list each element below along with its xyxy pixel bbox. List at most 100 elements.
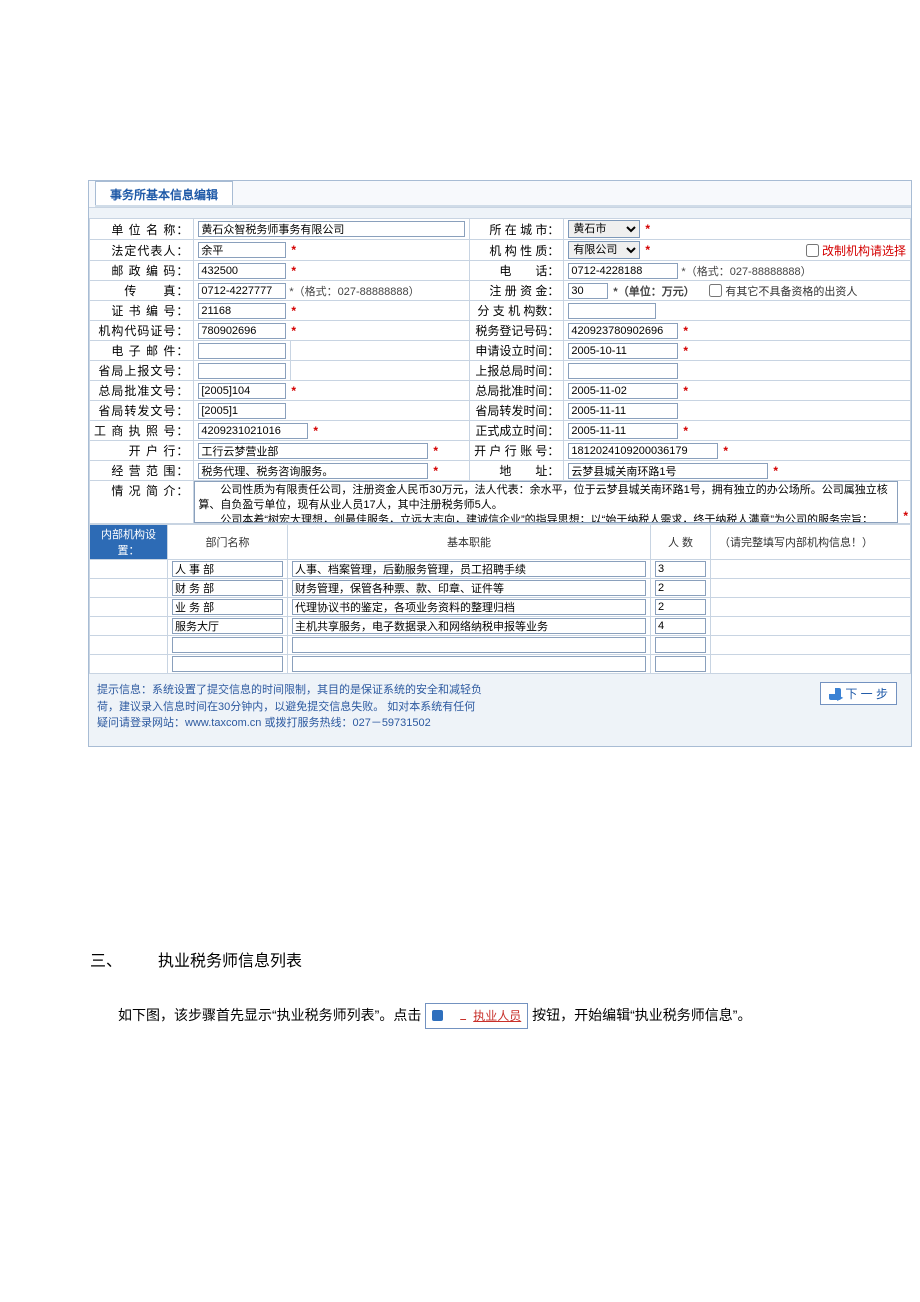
dept-name-input[interactable] [172, 637, 283, 653]
next-icon [829, 688, 841, 700]
dept-func-input[interactable] [292, 580, 646, 596]
change-org-link[interactable]: 改制机构请选择 [822, 242, 906, 259]
label-dept-setup: 内部机构设置： [90, 525, 168, 560]
phone-hint: *（格式：027-88888888） [681, 263, 811, 279]
label-email: 电 子 邮 件： [90, 341, 194, 361]
scope-input[interactable] [198, 463, 428, 479]
dept-name-input[interactable] [172, 580, 283, 596]
dept-count-input[interactable] [655, 656, 706, 672]
plus-icon: + [432, 1010, 443, 1021]
dept-name-input[interactable] [172, 656, 283, 672]
label-scope: 经 营 范 围： [90, 461, 194, 481]
org-code-input[interactable] [198, 323, 286, 339]
dept-func-input[interactable] [292, 618, 646, 634]
required-star: * [289, 264, 298, 278]
doc-heading-text: 执业税务师信息列表 [158, 953, 302, 970]
postal-input[interactable] [198, 263, 286, 279]
fax-input[interactable] [198, 283, 286, 299]
official-time-input[interactable] [568, 423, 678, 439]
dept-row [90, 598, 911, 617]
dept-func-input[interactable] [292, 599, 646, 615]
prov-report-input[interactable] [198, 363, 286, 379]
footer-notes: 提示信息：系统设置了提交信息的时间限制，其目的是保证系统的安全和减轻负 荷，建议… [97, 682, 482, 732]
unit-name-input[interactable] [198, 221, 465, 237]
biz-license-input[interactable] [198, 423, 308, 439]
required-star: * [289, 243, 298, 257]
label-apply-time: 申请设立时间： [470, 341, 564, 361]
reg-capital-input[interactable] [568, 283, 608, 299]
dept-name-input[interactable] [172, 618, 283, 634]
dept-count-input[interactable] [655, 580, 706, 596]
add-practitioner-button[interactable]: + 执业人员 [425, 1003, 528, 1029]
required-star: * [681, 424, 690, 438]
dept-func-input[interactable] [292, 637, 646, 653]
label-prov-forward-time: 省局转发时间： [470, 401, 564, 421]
dept-row [90, 579, 911, 598]
legal-rep-input[interactable] [198, 242, 286, 258]
bureau-doc-input[interactable] [198, 383, 286, 399]
change-org-checkbox[interactable] [806, 244, 819, 257]
dept-col-count: 人 数 [651, 525, 711, 560]
cert-no-input[interactable] [198, 303, 286, 319]
phone-input[interactable] [568, 263, 678, 279]
required-star: * [681, 384, 690, 398]
tax-reg-input[interactable] [568, 323, 678, 339]
dept-count-input[interactable] [655, 561, 706, 577]
report-time-input[interactable] [568, 363, 678, 379]
qualify-label: 有其它不具备资格的出资人 [725, 283, 857, 299]
footer-line: 荷，建议录入信息时间在30分钟内，以避免提交信息失败。 如对本系统有任何 [97, 699, 482, 716]
bureau-time-input[interactable] [568, 383, 678, 399]
label-bank: 开 户 行： [90, 441, 194, 461]
prov-forward-input[interactable] [198, 403, 286, 419]
address-input[interactable] [568, 463, 768, 479]
required-star: * [431, 444, 440, 458]
label-legal-rep: 法定代表人： [90, 240, 194, 261]
required-star: * [681, 324, 690, 338]
branch-cnt-input[interactable] [568, 303, 656, 319]
dept-row [90, 636, 911, 655]
dept-count-input[interactable] [655, 599, 706, 615]
org-nature-select[interactable]: 有限公司 [568, 241, 640, 259]
apply-time-input[interactable] [568, 343, 678, 359]
required-star: * [289, 384, 298, 398]
label-org-code: 机构代码证号： [90, 321, 194, 341]
footer: 提示信息：系统设置了提交信息的时间限制，其目的是保证系统的安全和减轻负 荷，建议… [89, 674, 911, 740]
cap-unit-hint: *（单位：万元） [611, 283, 696, 299]
city-select[interactable]: 黄石市 [568, 220, 640, 238]
dept-count-input[interactable] [655, 637, 706, 653]
label-postal: 邮 政 编 码： [90, 261, 194, 281]
label-org-nature: 机 构 性 质： [470, 240, 564, 261]
dept-row [90, 655, 911, 674]
label-bureau-time: 总局批准时间： [470, 381, 564, 401]
dept-func-input[interactable] [292, 656, 646, 672]
dept-count-input[interactable] [655, 618, 706, 634]
footer-line: 疑问请登录网站：www.taxcom.cn 或拨打服务热线：027－597315… [97, 715, 482, 732]
required-star: * [681, 344, 690, 358]
prov-forward-time-input[interactable] [568, 403, 678, 419]
qualify-checkbox[interactable] [709, 284, 722, 297]
next-step-button[interactable]: 下 一 步 [820, 682, 897, 705]
dept-func-input[interactable] [292, 561, 646, 577]
fax-hint: *（格式：027-88888888） [289, 283, 419, 299]
doc-heading-num: 三、 [90, 953, 122, 970]
bank-input[interactable] [198, 443, 428, 459]
label-fax: 传 真： [90, 281, 194, 301]
label-unit-name: 单 位 名 称： [90, 219, 194, 240]
intro-textarea[interactable]: 公司性质为有限责任公司，注册资金人民币30万元，法人代表：余水平，位于云梦县城关… [194, 481, 898, 523]
doc-heading: 三、 执业税务师信息列表 [90, 947, 860, 971]
panel-body: 单 位 名 称： 所 在 城 市： 黄石市 * 法定代表人： * 机 构 性 质… [89, 207, 911, 746]
dept-name-input[interactable] [172, 561, 283, 577]
tab-basic-info[interactable]: 事务所基本信息编辑 [95, 181, 233, 206]
label-bureau-doc: 总局批准文号： [90, 381, 194, 401]
dept-fill-hint: （请完整填写内部机构信息！） [711, 525, 911, 560]
doc-text-a: 如下图，该步骤首先显示“执业税务师列表”。点击 [118, 1007, 421, 1023]
required-star: * [901, 509, 910, 523]
label-report-time: 上报总局时间： [470, 361, 564, 381]
label-reg-capital: 注 册 资 金： [470, 281, 564, 301]
label-branch-cnt: 分 支 机 构数： [470, 301, 564, 321]
required-star: * [643, 243, 652, 257]
bank-acct-input[interactable] [568, 443, 718, 459]
dept-name-input[interactable] [172, 599, 283, 615]
required-star: * [289, 304, 298, 318]
email-input[interactable] [198, 343, 286, 359]
